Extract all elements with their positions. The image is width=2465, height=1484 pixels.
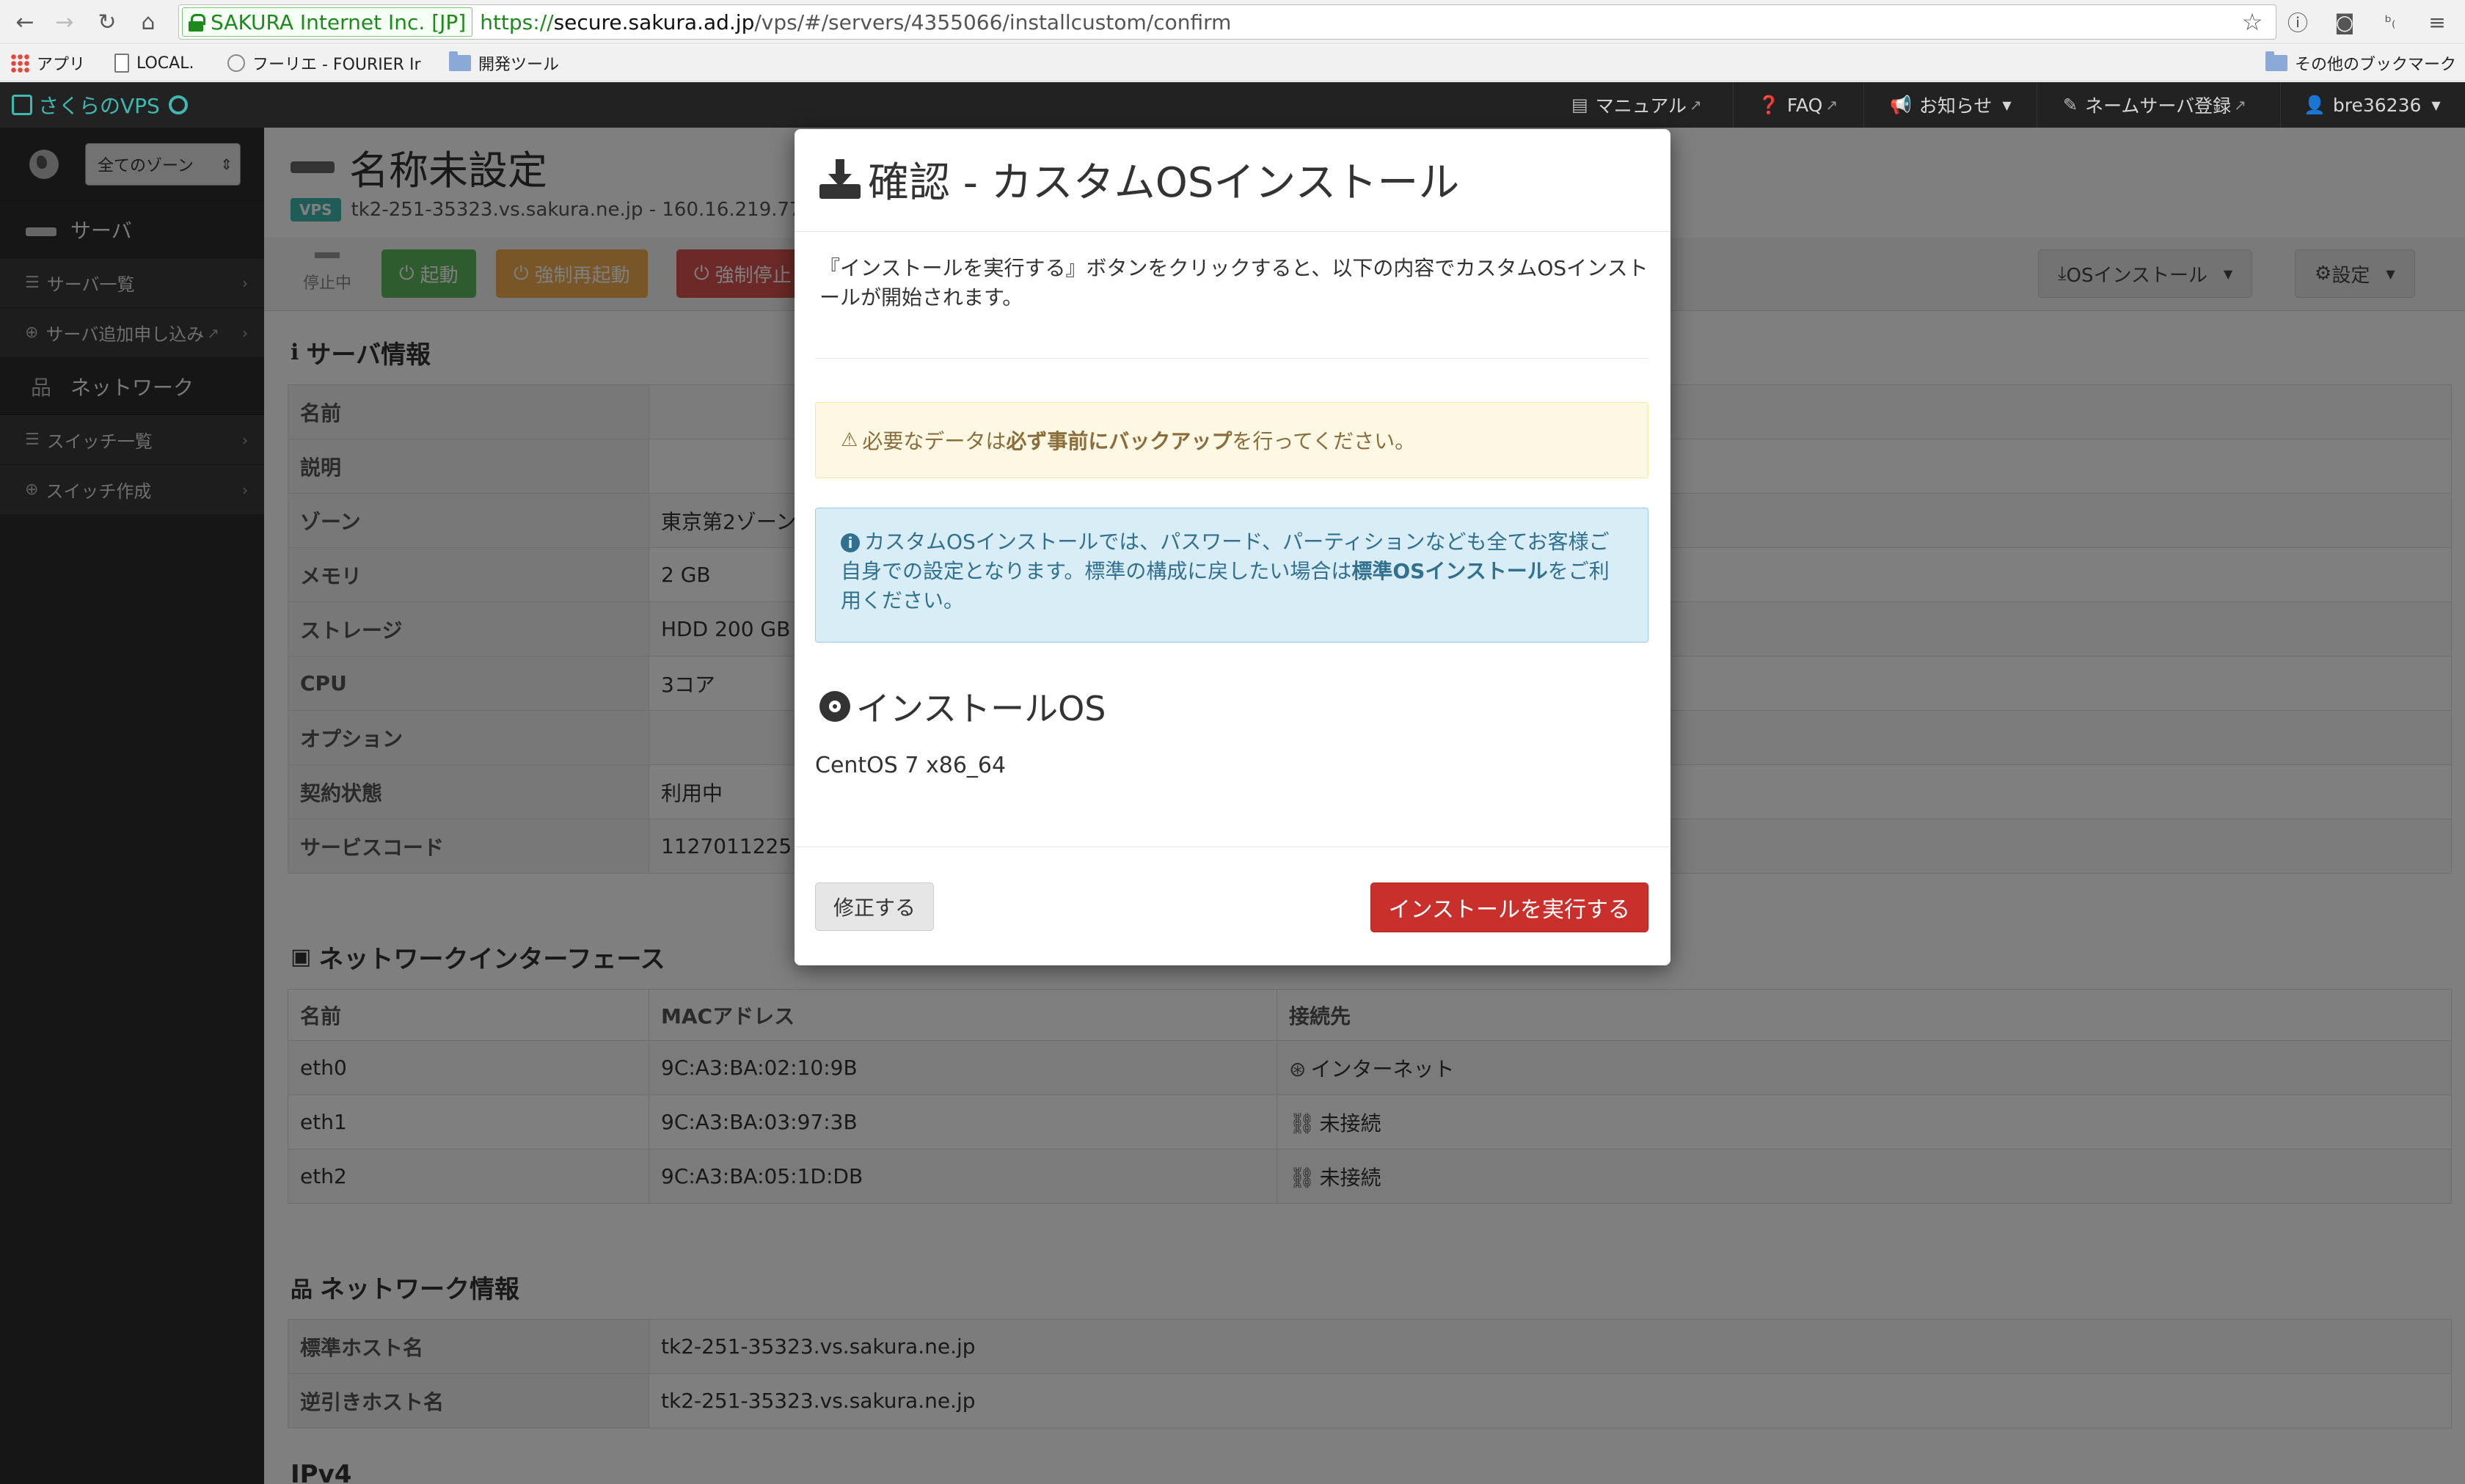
nav-divider	[1863, 82, 1864, 128]
dialog-title: 確認 - カスタムOSインストール	[819, 150, 1459, 209]
url-scheme: https://	[480, 10, 554, 34]
dialog-intro: 『インストールを実行する』ボタンをクリックすると、以下の内容でカスタムOSインス…	[819, 256, 1648, 310]
confirm-dialog: 確認 - カスタムOSインストール 『インストールを実行する』ボタンをクリックす…	[795, 129, 1670, 965]
nav-faq-label: FAQ	[1786, 94, 1823, 116]
reload-icon[interactable]: ↻	[92, 7, 122, 37]
external-link-icon: ↗	[1825, 96, 1838, 114]
info-alert: i カスタムOSインストールでは、パスワード、パーティションなども全てお客様ご自身…	[815, 508, 1648, 643]
nav-faq[interactable]: ❓ FAQ ↗	[1758, 82, 1838, 128]
lock-icon	[189, 14, 205, 32]
bookmark-other[interactable]: その他のブックマーク	[2265, 51, 2456, 76]
password-manager-icon[interactable]: ⓘ	[2285, 9, 2311, 35]
bookmarks-bar: アプリ LOCAL. フーリエ - FOURIER Ir 開発ツール その他のブ…	[0, 45, 2465, 81]
nav-nameserver[interactable]: ✎ ネームサーバ登録 ↗	[2063, 82, 2246, 128]
dialog-title-label: 確認 - カスタムOSインストール	[868, 159, 1460, 207]
info-emphasis: 標準OSインストール	[1351, 559, 1548, 583]
edit-button[interactable]: 修正する	[815, 882, 935, 931]
nav-manual[interactable]: ▤ マニュアル ↗	[1571, 82, 1702, 128]
dialog-header: 確認 - カスタムOSインストール	[795, 129, 1670, 232]
warning-alert: ⚠ 必要なデータは 必ず事前にバックアップ を行ってください。	[815, 402, 1648, 478]
bookmark-label: 開発ツール	[478, 56, 560, 74]
bookmark-label: その他のブックマーク	[2295, 56, 2457, 74]
folder-icon	[2265, 51, 2287, 71]
bookmark-local[interactable]: LOCAL.	[114, 51, 194, 76]
caret-down-icon: ▼	[2002, 98, 2012, 112]
menu-icon[interactable]: ≡	[2424, 9, 2450, 35]
divider	[815, 358, 1648, 359]
install-os-value: CentOS 7 x86_64	[815, 753, 1007, 778]
apps-icon	[10, 54, 29, 73]
nav-manual-label: マニュアル	[1595, 95, 1687, 117]
install-os-heading: インストールOS	[819, 682, 1106, 731]
bookmark-apps[interactable]: アプリ	[10, 51, 85, 76]
nav-divider	[1733, 82, 1734, 128]
back-arrow-icon[interactable]: ←	[10, 7, 40, 37]
nav-divider	[2280, 82, 2281, 128]
user-icon: 👤	[2304, 95, 2326, 115]
info-circle-icon: i	[841, 533, 860, 552]
brand-logo[interactable]: さくらのVPS	[12, 82, 188, 128]
globe-icon	[227, 54, 245, 72]
dialog-footer: 修正する インストールを実行する	[795, 847, 1670, 965]
warning-emphasis: 必ず事前にバックアップ	[1006, 429, 1232, 453]
folder-icon	[449, 51, 471, 71]
bookmark-label: アプリ	[37, 56, 86, 74]
ssl-org: SAKURA Internet Inc. [JP]	[211, 10, 467, 34]
execute-install-button[interactable]: インストールを実行する	[1370, 882, 1648, 932]
bookmark-label: フーリエ - FOURIER Ir	[252, 56, 421, 74]
url-host: secure.sakura.ad.jp	[553, 10, 755, 34]
warning-text-end: を行ってください。	[1232, 429, 1416, 453]
brand-mark-icon	[12, 95, 32, 115]
forward-arrow-icon[interactable]: →	[50, 7, 79, 37]
url-path: /vps/#/servers/4355066/installcustom/con…	[754, 10, 1232, 34]
ssl-badge[interactable]: SAKURA Internet Inc. [JP]	[182, 7, 473, 37]
warning-text: 必要なデータは	[862, 429, 1007, 453]
edit-icon: ✎	[2063, 95, 2078, 115]
nav-user-menu[interactable]: 👤 bre36236 ▼	[2304, 82, 2441, 128]
disc-icon	[819, 691, 850, 722]
camera-icon[interactable]: ◙	[2331, 9, 2358, 35]
nav-user-label: bre36236	[2332, 94, 2422, 116]
nav-news[interactable]: 📢 お知らせ ▼	[1890, 82, 2012, 128]
brand-name: さくらのVPS	[38, 94, 160, 118]
app-navbar: さくらのVPS ▤ マニュアル ↗ ❓ FAQ ↗ 📢 お知らせ ▼ ✎ ネーム…	[0, 82, 2465, 128]
url-text[interactable]: https://secure.sakura.ad.jp/vps/#/server…	[480, 10, 1231, 34]
book-icon: ▤	[1571, 95, 1588, 115]
megaphone-icon: 📢	[1890, 95, 1912, 115]
download-icon	[819, 158, 861, 200]
caret-down-icon: ▼	[2431, 98, 2441, 112]
home-icon[interactable]: ⌂	[134, 7, 163, 37]
install-os-heading-label: インストールOS	[856, 689, 1106, 728]
bookmark-star-icon[interactable]: ☆	[2239, 8, 2265, 36]
question-circle-icon: ❓	[1758, 95, 1780, 115]
brand-ring-icon	[168, 95, 188, 114]
external-link-icon: ↗	[1689, 96, 1702, 114]
browser-toolbar: ← → ↻ ⌂ SAKURA Internet Inc. [JP] https:…	[0, 0, 2465, 44]
nav-nameserver-label: ネームサーバ登録	[2085, 95, 2232, 117]
bookmark-devtools[interactable]: 開発ツール	[449, 51, 559, 76]
document-icon	[114, 54, 129, 73]
nav-news-label: お知らせ	[1918, 95, 1993, 117]
extension-icon[interactable]: ᵇ₍	[2377, 9, 2403, 35]
external-link-icon: ↗	[2234, 96, 2246, 114]
bookmark-label: LOCAL.	[136, 54, 194, 73]
bookmark-fourier[interactable]: フーリエ - FOURIER Ir	[227, 51, 421, 76]
warning-triangle-icon: ⚠	[841, 429, 858, 451]
address-bar[interactable]: SAKURA Internet Inc. [JP] https://secure…	[178, 4, 2276, 40]
